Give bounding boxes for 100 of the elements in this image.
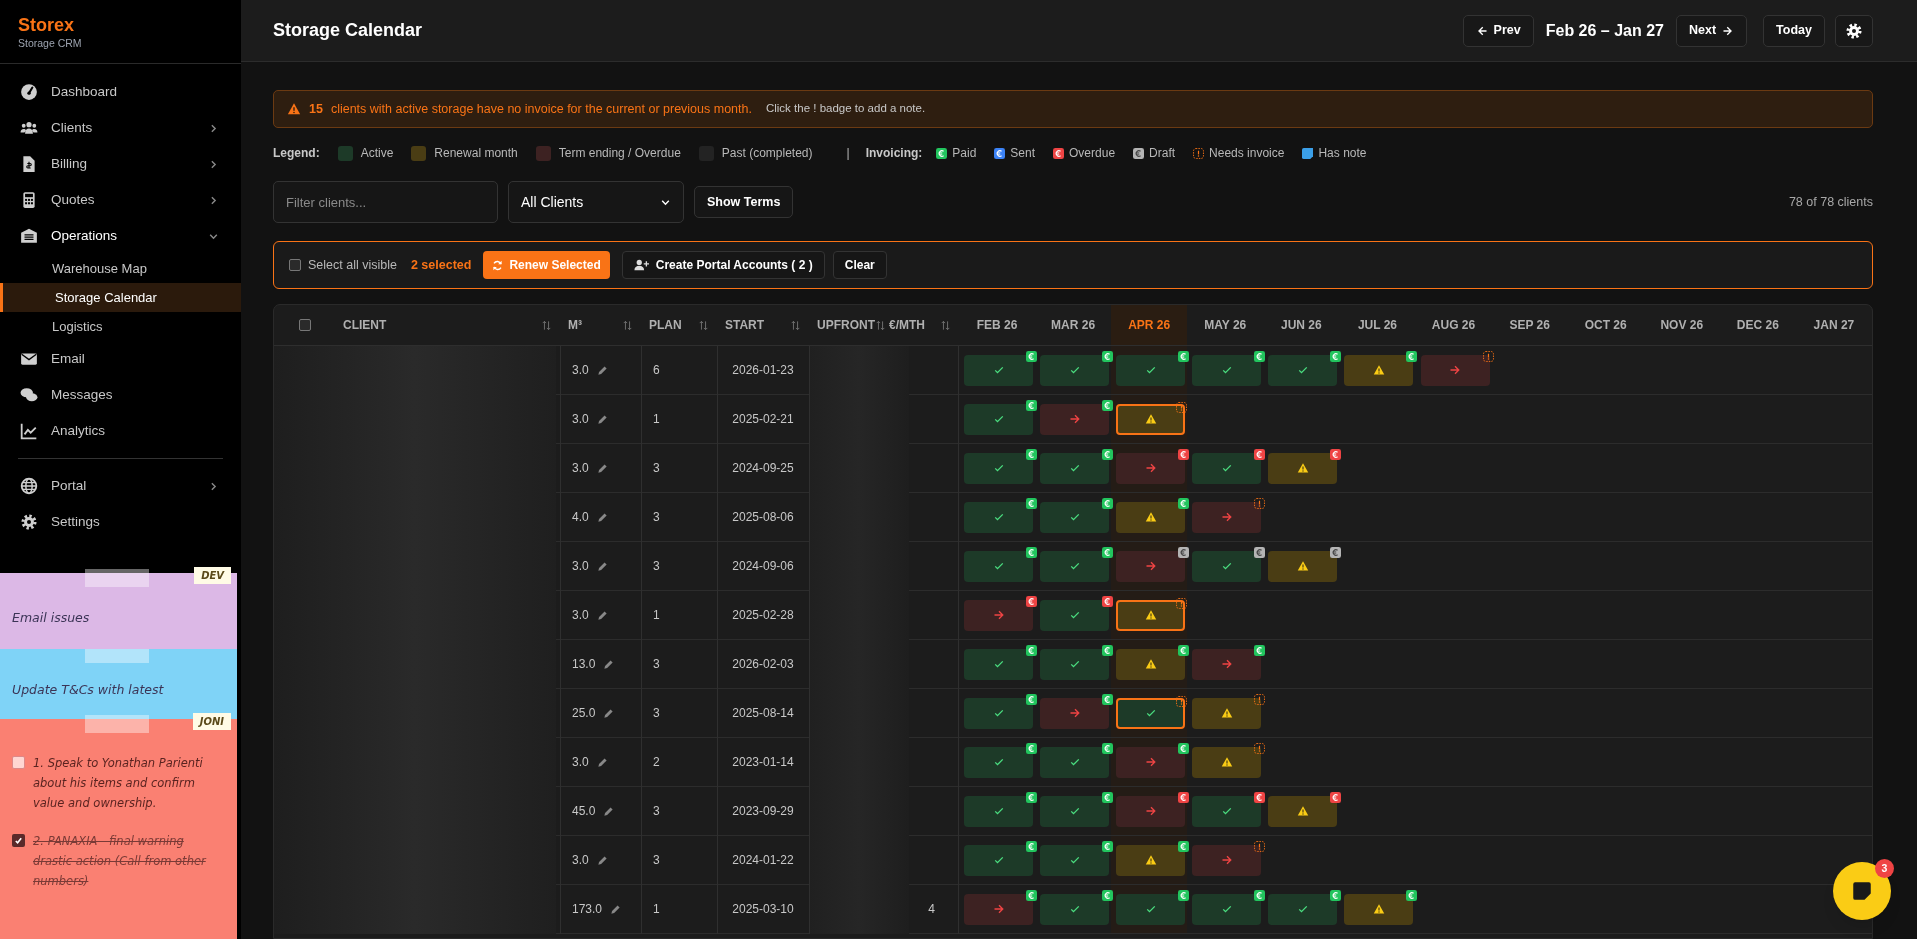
nav-item[interactable]: Billing — [0, 146, 241, 182]
invoice-status-icon[interactable] — [1102, 693, 1114, 705]
task-checkbox[interactable] — [12, 756, 25, 769]
invoice-status-icon[interactable] — [1330, 889, 1342, 901]
month-cell[interactable] — [1040, 403, 1110, 435]
month-cell[interactable] — [1192, 844, 1262, 876]
month-cell[interactable] — [1192, 550, 1262, 582]
today-button[interactable]: Today — [1763, 14, 1825, 47]
invoice-status-icon[interactable] — [1026, 546, 1037, 558]
invoice-status-icon[interactable] — [1178, 497, 1190, 509]
pencil-icon[interactable] — [596, 511, 608, 523]
invoice-status-icon[interactable] — [1406, 350, 1418, 362]
invoice-status-icon[interactable] — [1026, 595, 1037, 607]
sort-icon[interactable] — [698, 319, 709, 331]
invoice-status-icon[interactable] — [1102, 497, 1114, 509]
column-header[interactable]: M³ — [568, 316, 622, 334]
invoice-status-icon[interactable] — [1254, 350, 1266, 362]
invoice-status-icon[interactable] — [1102, 546, 1114, 558]
month-cell[interactable] — [1040, 795, 1110, 827]
month-cell[interactable] — [1116, 501, 1186, 533]
month-cell[interactable] — [1268, 354, 1338, 386]
nav-item[interactable]: Operations — [0, 218, 241, 254]
month-cell[interactable] — [1192, 795, 1262, 827]
pencil-icon[interactable] — [596, 364, 608, 376]
invoice-status-icon[interactable] — [1102, 791, 1114, 803]
invoice-status-icon[interactable] — [1102, 448, 1114, 460]
invoice-status-icon[interactable] — [1102, 742, 1114, 754]
invoice-status-icon[interactable] — [1330, 546, 1342, 558]
invoice-status-icon[interactable] — [1026, 448, 1037, 460]
column-header[interactable]: START — [725, 316, 790, 334]
invoice-status-icon[interactable] — [1026, 350, 1037, 362]
month-cell[interactable] — [1268, 550, 1338, 582]
invoice-status-icon[interactable] — [1178, 448, 1190, 460]
invoice-status-icon[interactable] — [1178, 644, 1190, 656]
prev-button[interactable]: Prev — [1462, 14, 1534, 47]
invoice-status-icon[interactable] — [1026, 497, 1037, 509]
month-cell[interactable] — [1192, 893, 1262, 925]
pencil-icon[interactable] — [610, 903, 622, 915]
nav-item[interactable]: Quotes — [0, 182, 241, 218]
month-cell[interactable] — [1116, 795, 1186, 827]
invoice-status-icon[interactable] — [1102, 399, 1114, 411]
invoice-status-icon[interactable] — [1254, 791, 1266, 803]
invoice-status-icon[interactable] — [1406, 889, 1418, 901]
month-cell[interactable] — [1040, 550, 1110, 582]
next-button[interactable]: Next — [1676, 14, 1748, 47]
pencil-icon[interactable] — [596, 854, 608, 866]
month-cell[interactable] — [1040, 844, 1110, 876]
pencil-icon[interactable] — [596, 560, 608, 572]
invoice-status-icon[interactable] — [1176, 597, 1188, 609]
invoice-status-icon[interactable] — [1026, 791, 1037, 803]
invoice-status-icon[interactable] — [1026, 742, 1037, 754]
month-cell[interactable] — [1192, 452, 1262, 484]
month-cell[interactable] — [1192, 648, 1262, 680]
month-cell[interactable] — [1040, 746, 1110, 778]
month-cell[interactable] — [1040, 648, 1110, 680]
month-cell[interactable] — [1116, 648, 1186, 680]
month-cell[interactable] — [1344, 354, 1414, 386]
month-cell[interactable] — [1192, 354, 1262, 386]
pencil-icon[interactable] — [596, 413, 608, 425]
sort-icon[interactable] — [541, 319, 552, 331]
invoice-status-icon[interactable] — [1026, 399, 1037, 411]
client-filter-dropdown[interactable]: All Clients — [508, 181, 684, 223]
column-header[interactable]: PLAN — [649, 316, 698, 334]
column-header[interactable]: UPFRONT — [817, 316, 875, 334]
sort-icon[interactable] — [790, 319, 801, 331]
nav-subitem[interactable]: Warehouse Map — [0, 254, 241, 283]
invoice-status-icon[interactable] — [1026, 840, 1037, 852]
month-cell[interactable] — [1116, 354, 1186, 386]
invoice-status-icon[interactable] — [1178, 350, 1190, 362]
month-cell[interactable] — [1116, 893, 1186, 925]
nav-item[interactable]: Messages — [0, 377, 241, 413]
invoice-status-icon[interactable] — [1330, 350, 1342, 362]
notes-button[interactable]: 3 — [1833, 862, 1891, 920]
invoice-status-icon[interactable] — [1102, 889, 1114, 901]
invoice-status-icon[interactable] — [1026, 889, 1037, 901]
month-cell[interactable] — [1040, 452, 1110, 484]
invoice-status-icon[interactable] — [1102, 595, 1114, 607]
pencil-icon[interactable] — [603, 658, 615, 670]
month-cell[interactable] — [1040, 501, 1110, 533]
invoice-status-icon[interactable] — [1026, 644, 1037, 656]
nav-item[interactable]: Email — [0, 341, 241, 377]
invoice-status-icon[interactable] — [1254, 546, 1266, 558]
pencil-icon[interactable] — [603, 805, 615, 817]
invoice-status-icon[interactable] — [1026, 693, 1037, 705]
invoice-status-icon[interactable] — [1178, 840, 1190, 852]
invoice-status-icon[interactable] — [1330, 791, 1342, 803]
invoice-status-icon[interactable] — [1178, 791, 1190, 803]
invoice-status-icon[interactable] — [1178, 742, 1190, 754]
sort-icon[interactable] — [940, 319, 951, 331]
column-header[interactable]: CLIENT — [343, 316, 541, 334]
month-cell[interactable] — [1268, 893, 1338, 925]
filter-input[interactable]: Filter clients... — [273, 181, 498, 223]
sort-icon[interactable] — [622, 319, 633, 331]
nav-subitem[interactable]: Logistics — [0, 312, 241, 341]
invoice-status-icon[interactable] — [1102, 840, 1114, 852]
pencil-icon[interactable] — [603, 707, 615, 719]
month-cell[interactable] — [1116, 844, 1186, 876]
pencil-icon[interactable] — [596, 756, 608, 768]
pencil-icon[interactable] — [596, 462, 608, 474]
month-cell[interactable] — [1040, 599, 1110, 631]
